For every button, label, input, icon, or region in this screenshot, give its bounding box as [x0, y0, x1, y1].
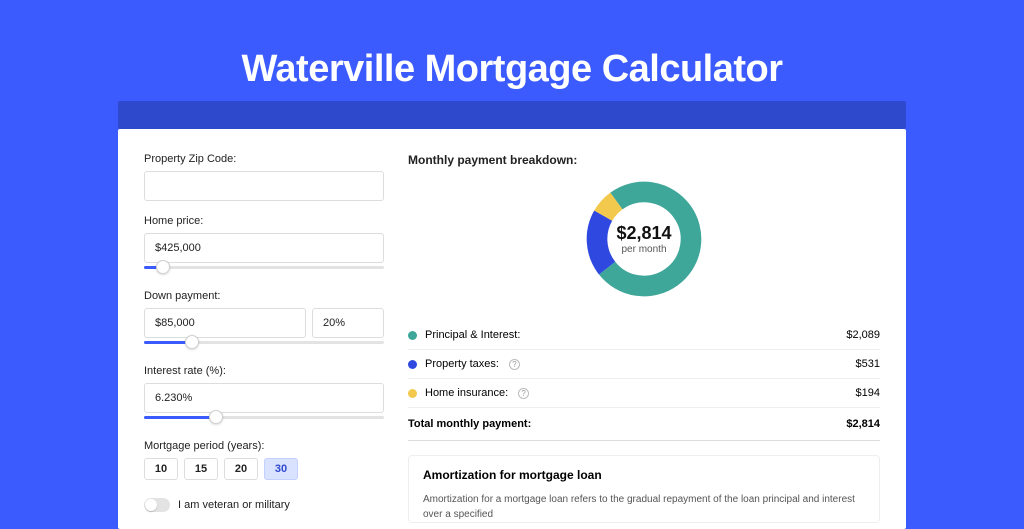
- interest-slider[interactable]: [144, 412, 384, 426]
- total-value: $2,814: [846, 418, 880, 430]
- hero-accent-bar: [118, 101, 906, 129]
- period-option-10[interactable]: 10: [144, 458, 178, 480]
- donut-amount: $2,814: [616, 223, 671, 244]
- form-column: Property Zip Code: Home price: Down paym…: [144, 153, 384, 529]
- period-group: 10 15 20 30: [144, 458, 384, 480]
- legend-dot: [408, 331, 417, 340]
- home-price-label: Home price:: [144, 215, 384, 227]
- interest-field: Interest rate (%):: [144, 365, 384, 426]
- help-icon[interactable]: ?: [518, 388, 529, 399]
- down-payment-input[interactable]: [144, 308, 306, 338]
- legend-row: Property taxes:? $531: [408, 350, 880, 379]
- down-payment-field: Down payment:: [144, 290, 384, 351]
- home-price-input[interactable]: [144, 233, 384, 263]
- legend-label: Property taxes:: [425, 358, 499, 370]
- total-label: Total monthly payment:: [408, 418, 531, 430]
- legend: Principal & Interest: $2,089 Property taxe…: [408, 321, 880, 408]
- veteran-label: I am veteran or military: [178, 499, 290, 511]
- help-icon[interactable]: ?: [509, 359, 520, 370]
- period-label: Mortgage period (years):: [144, 440, 384, 452]
- calculator-card: Property Zip Code: Home price: Down paym…: [118, 129, 906, 529]
- legend-dot: [408, 389, 417, 398]
- legend-value: $194: [856, 387, 880, 399]
- slider-thumb[interactable]: [209, 410, 223, 424]
- amortization-title: Amortization for mortgage loan: [423, 468, 865, 482]
- legend-value: $531: [856, 358, 880, 370]
- down-payment-slider[interactable]: [144, 337, 384, 351]
- home-price-field: Home price:: [144, 215, 384, 276]
- zip-field: Property Zip Code:: [144, 153, 384, 201]
- period-option-15[interactable]: 15: [184, 458, 218, 480]
- total-row: Total monthly payment: $2,814: [408, 408, 880, 441]
- legend-value: $2,089: [846, 329, 880, 341]
- period-field: Mortgage period (years): 10 15 20 30: [144, 440, 384, 480]
- period-option-20[interactable]: 20: [224, 458, 258, 480]
- legend-row: Home insurance:? $194: [408, 379, 880, 408]
- breakdown-title: Monthly payment breakdown:: [408, 153, 880, 167]
- page-title: Waterville Mortgage Calculator: [0, 48, 1024, 91]
- slider-thumb[interactable]: [185, 335, 199, 349]
- veteran-toggle[interactable]: [144, 498, 170, 512]
- slider-thumb[interactable]: [156, 260, 170, 274]
- veteran-row: I am veteran or military: [144, 498, 384, 512]
- legend-row: Principal & Interest: $2,089: [408, 321, 880, 350]
- period-option-30[interactable]: 30: [264, 458, 298, 480]
- down-payment-pct-input[interactable]: [312, 308, 384, 338]
- donut-sub: per month: [621, 244, 666, 255]
- breakdown-column: Monthly payment breakdown: $2,814 per mo…: [408, 153, 880, 529]
- amortization-text: Amortization for a mortgage loan refers …: [423, 492, 865, 522]
- legend-label: Principal & Interest:: [425, 329, 520, 341]
- home-price-slider[interactable]: [144, 262, 384, 276]
- legend-dot: [408, 360, 417, 369]
- down-payment-label: Down payment:: [144, 290, 384, 302]
- interest-label: Interest rate (%):: [144, 365, 384, 377]
- donut-chart: $2,814 per month: [408, 177, 880, 301]
- zip-label: Property Zip Code:: [144, 153, 384, 165]
- amortization-section: Amortization for mortgage loan Amortizat…: [408, 455, 880, 523]
- zip-input[interactable]: [144, 171, 384, 201]
- legend-label: Home insurance:: [425, 387, 508, 399]
- interest-input[interactable]: [144, 383, 384, 413]
